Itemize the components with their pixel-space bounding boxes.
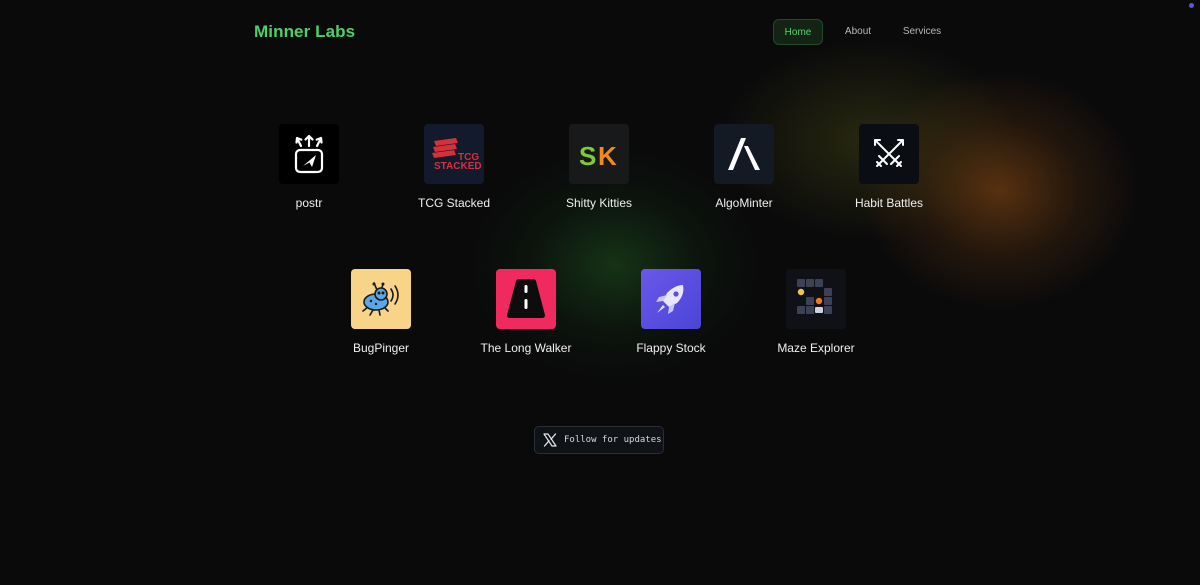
app-label: Habit Battles bbox=[854, 196, 924, 210]
follow-for-updates-button[interactable]: Follow for updates bbox=[534, 426, 664, 454]
corner-indicator-dot bbox=[1189, 3, 1194, 8]
sk-logo-k: K bbox=[598, 141, 617, 171]
nav-home[interactable]: Home bbox=[773, 19, 823, 45]
bug-signal-icon bbox=[351, 269, 411, 329]
app-tile-habit-battles[interactable]: Habit Battles bbox=[819, 124, 959, 210]
x-logo-icon bbox=[543, 433, 557, 447]
app-tile-shitty-kitties[interactable]: S K Shitty Kitties bbox=[529, 124, 669, 210]
algorand-logo-icon bbox=[714, 124, 774, 184]
app-tile-flappy-stock[interactable]: Flappy Stock bbox=[601, 269, 741, 355]
main-nav: Home About Services bbox=[773, 19, 955, 45]
follow-label: Follow for updates bbox=[564, 435, 662, 445]
maze-grid-icon bbox=[786, 269, 846, 329]
nav-services[interactable]: Services bbox=[889, 19, 955, 45]
app-label: AlgoMinter bbox=[715, 196, 773, 210]
crossed-swords-icon bbox=[859, 124, 919, 184]
app-label: postr bbox=[295, 196, 323, 210]
app-label: Shitty Kitties bbox=[565, 196, 633, 210]
sk-logo-s: S bbox=[579, 141, 596, 171]
road-icon bbox=[496, 269, 556, 329]
app-label: Flappy Stock bbox=[636, 341, 706, 355]
app-label: TCG Stacked bbox=[417, 196, 491, 210]
tcg-logo-line2: STACKED bbox=[434, 161, 482, 172]
app-tile-maze-explorer[interactable]: Maze Explorer bbox=[746, 269, 886, 355]
rocket-icon bbox=[641, 269, 701, 329]
sk-logo-icon: S K bbox=[569, 124, 629, 184]
brand-logo[interactable]: Minner Labs bbox=[254, 22, 355, 42]
send-arrows-icon bbox=[279, 124, 339, 184]
tcg-stacked-logo-icon: TCG STACKED bbox=[424, 124, 484, 184]
app-tile-postr[interactable]: postr bbox=[239, 124, 379, 210]
page: Minner Labs Home About Services postr TC… bbox=[0, 0, 1200, 585]
app-label: The Long Walker bbox=[480, 341, 572, 355]
app-label: BugPinger bbox=[352, 341, 410, 355]
nav-about[interactable]: About bbox=[829, 19, 887, 45]
app-tile-the-long-walker[interactable]: The Long Walker bbox=[456, 269, 596, 355]
app-label: Maze Explorer bbox=[777, 341, 855, 355]
app-tile-algominter[interactable]: AlgoMinter bbox=[674, 124, 814, 210]
app-tile-bugpinger[interactable]: BugPinger bbox=[311, 269, 451, 355]
app-tile-tcg-stacked[interactable]: TCG STACKED TCG Stacked bbox=[384, 124, 524, 210]
